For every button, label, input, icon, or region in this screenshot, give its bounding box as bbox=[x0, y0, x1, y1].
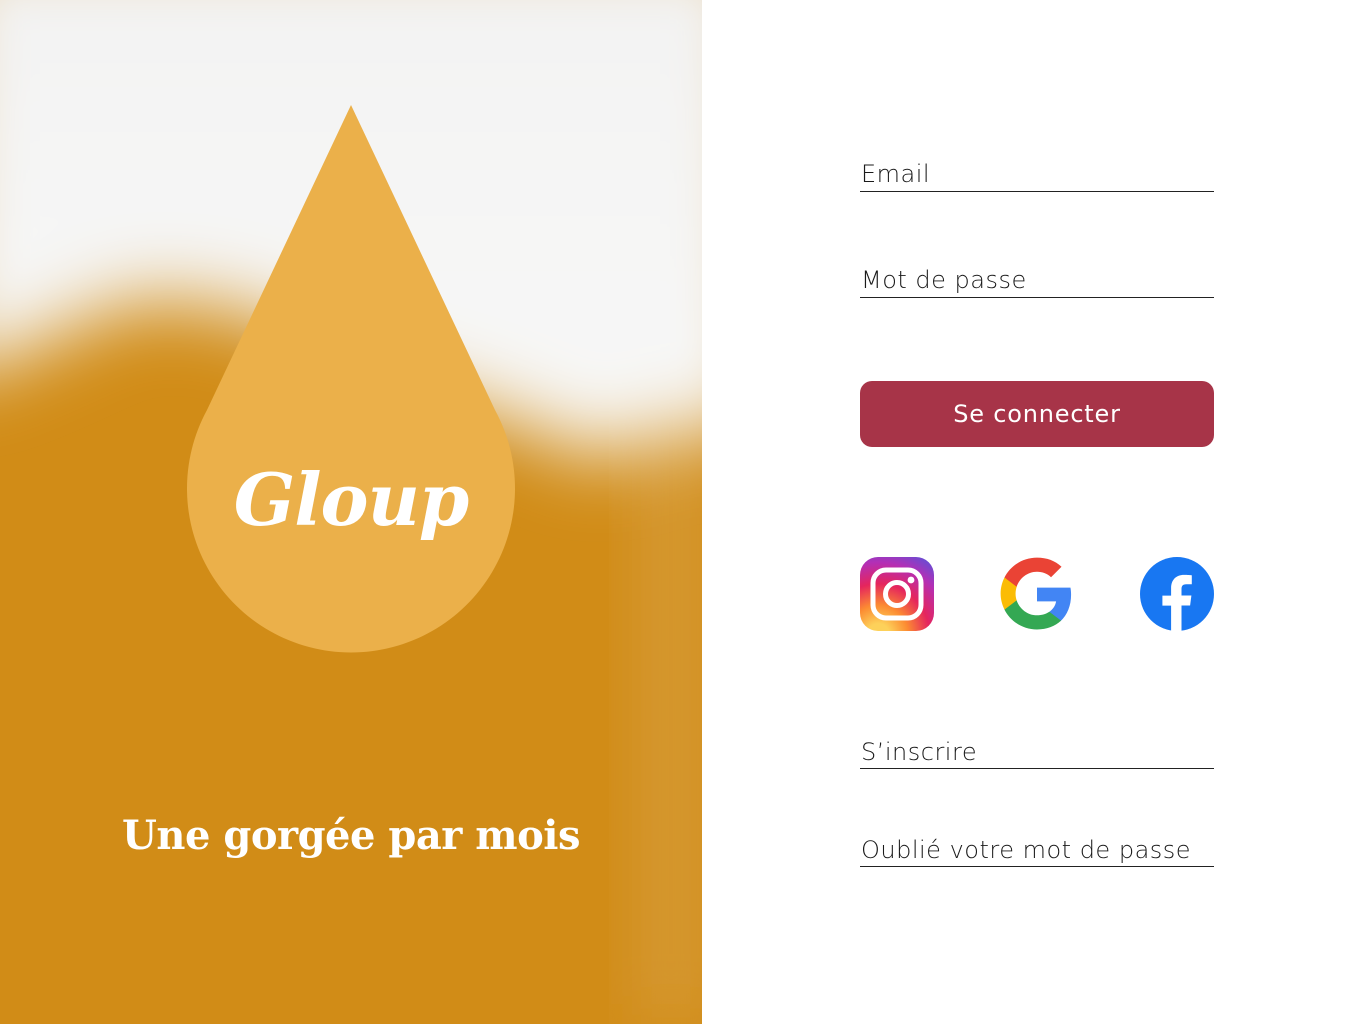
email-field[interactable] bbox=[860, 158, 1214, 192]
facebook-login-button[interactable] bbox=[1140, 557, 1214, 631]
password-field[interactable] bbox=[860, 264, 1214, 298]
instagram-login-button[interactable] bbox=[860, 557, 934, 631]
brand-panel: Gloup Une gorgée par mois bbox=[0, 0, 702, 1024]
google-icon bbox=[1000, 557, 1072, 630]
google-login-button[interactable] bbox=[1000, 557, 1074, 631]
facebook-icon bbox=[1140, 557, 1214, 631]
logo-wordmark: Gloup bbox=[233, 457, 470, 542]
login-panel: Se connecter bbox=[702, 0, 1366, 1024]
tagline: Une gorgée par mois bbox=[122, 812, 580, 859]
login-page: Gloup Une gorgée par mois Se connecter bbox=[0, 0, 1366, 1024]
forgot-password-link[interactable]: Oublié votre mot de passe bbox=[860, 834, 1214, 867]
signup-link[interactable]: S’inscrire bbox=[860, 736, 1214, 769]
instagram-icon bbox=[860, 557, 934, 631]
login-button[interactable]: Se connecter bbox=[860, 381, 1214, 447]
